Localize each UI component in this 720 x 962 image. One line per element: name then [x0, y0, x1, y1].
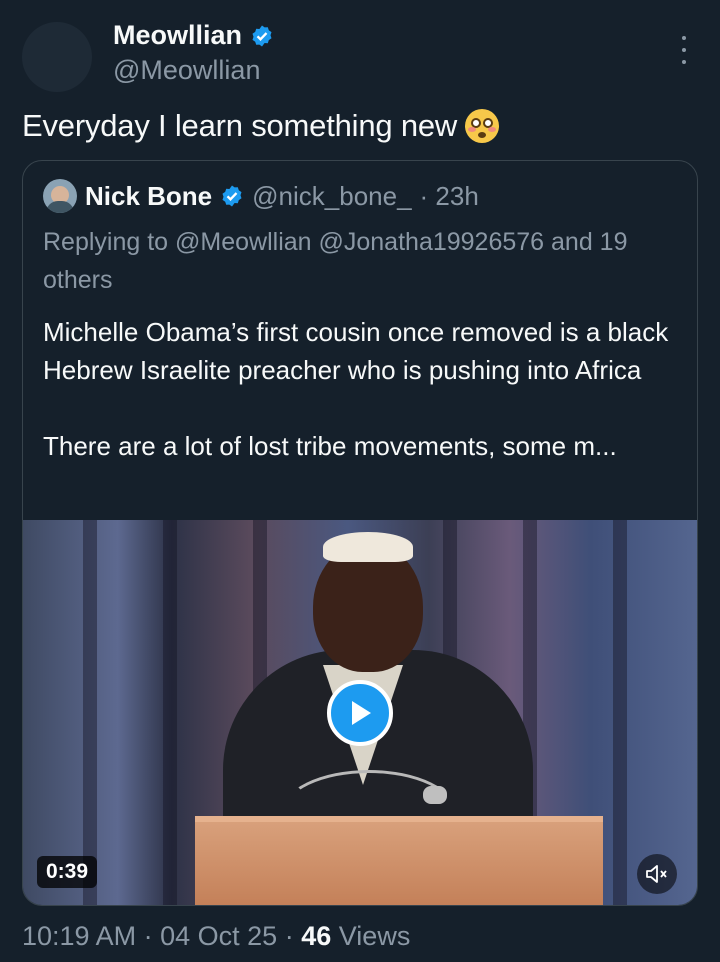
quoted-tweet-header: Nick Bone @nick_bone_ · 23h [43, 179, 479, 213]
verified-badge-icon [222, 185, 242, 207]
tweet-text-row: Everyday I learn something new [22, 108, 500, 144]
replying-to-line: Replying to @Meowllian @Jonatha19926576 … [43, 228, 628, 294]
quoted-tweet-body: Michelle Obama’s first cousin once remov… [43, 313, 683, 503]
more-options-button[interactable] [672, 36, 696, 64]
quoted-body-paragraph: There are a lot of lost tribe movements,… [43, 431, 617, 461]
quoted-author-avatar[interactable] [43, 179, 77, 213]
quoted-tweet-card[interactable]: Nick Bone @nick_bone_ · 23h Replying to … [22, 160, 698, 906]
meta-separator: · [284, 921, 294, 951]
views-count[interactable]: 46 [301, 921, 331, 951]
quoted-author-handle[interactable]: @nick_bone_ [252, 181, 411, 212]
quoted-body-paragraph: Michelle Obama’s first cousin once remov… [43, 317, 669, 385]
muted-speaker-icon[interactable] [637, 854, 677, 894]
quoted-author-name[interactable]: Nick Bone [85, 181, 212, 212]
tweet-text: Everyday I learn something new [22, 108, 458, 143]
author-avatar[interactable] [22, 22, 92, 92]
quoted-time-ago: · 23h [419, 180, 479, 211]
author-name-row[interactable]: Meowllian [113, 20, 274, 51]
more-dot [682, 60, 686, 64]
verified-badge-icon [252, 25, 272, 46]
play-icon[interactable] [327, 680, 393, 746]
more-dot [682, 36, 686, 40]
author-name[interactable]: Meowllian [113, 20, 242, 51]
more-dot [682, 48, 686, 52]
video-duration: 0:39 [37, 856, 98, 888]
tweet-meta: 10:19 AM · 04 Oct 25 · 46 Views [22, 921, 410, 952]
author-handle[interactable]: @Meowllian [113, 55, 260, 86]
tweet-time[interactable]: 10:19 AM [22, 921, 136, 951]
video-thumbnail-podium [195, 816, 603, 905]
meta-separator: · [143, 921, 153, 951]
flushed-face-emoji-icon [465, 109, 500, 143]
tweet-date[interactable]: 04 Oct 25 [160, 921, 277, 951]
video-player[interactable]: 0:39 [23, 520, 697, 905]
views-label[interactable]: Views [339, 921, 411, 951]
